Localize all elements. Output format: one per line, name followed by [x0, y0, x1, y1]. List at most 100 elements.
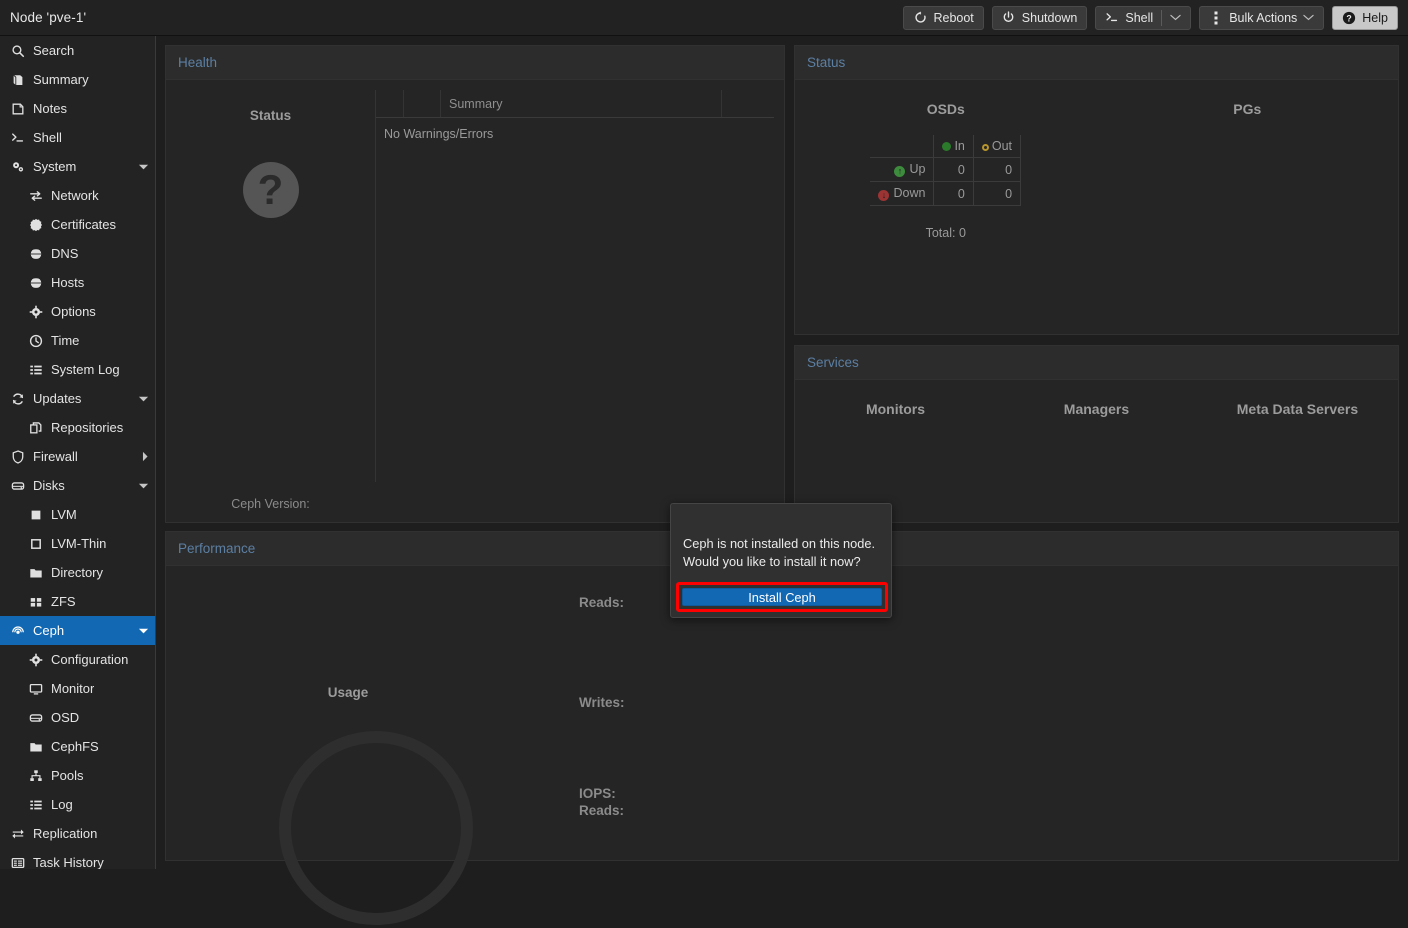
install-ceph-button[interactable]: Install Ceph — [682, 588, 882, 606]
sidebar-item-osd[interactable]: OSD — [0, 703, 155, 732]
sidebar-item-configuration[interactable]: Configuration — [0, 645, 155, 674]
history-icon — [10, 855, 26, 870]
folder-icon — [28, 565, 44, 581]
mds-column: Meta Data Servers — [1197, 380, 1398, 522]
sidebar-item-certificates[interactable]: Certificates — [0, 210, 155, 239]
install-ceph-dialog: Ceph is not installed on this node. Woul… — [670, 503, 892, 618]
square-filled-icon — [28, 507, 44, 523]
sidebar-item-network[interactable]: Network — [0, 181, 155, 210]
sidebar-item-dns[interactable]: DNS — [0, 239, 155, 268]
list-icon — [28, 362, 44, 378]
reboot-icon — [913, 11, 927, 25]
grid-icon — [28, 594, 44, 610]
osd-row-up-label: ↑Up — [870, 158, 933, 182]
chevron-down-icon[interactable] — [138, 163, 149, 171]
kebab-icon — [1209, 11, 1223, 25]
copy-icon — [28, 420, 44, 436]
status-out-dot-icon — [982, 144, 989, 151]
status-in-dot-icon — [942, 142, 951, 151]
sidebar-item-label: Pools — [51, 768, 84, 783]
shield-icon — [10, 449, 26, 465]
sidebar-item-shell[interactable]: Shell — [0, 123, 155, 152]
sidebar-item-monitor[interactable]: Monitor — [0, 674, 155, 703]
health-table-row: No Warnings/Errors — [376, 118, 774, 141]
chevron-down-icon[interactable] — [138, 627, 149, 635]
sitemap-icon — [28, 768, 44, 784]
services-panel-title: Services — [795, 346, 1398, 380]
chevron-down-icon[interactable] — [1170, 14, 1181, 21]
health-status-column: Status ? Ceph Version: — [166, 80, 375, 522]
pgs-title: PGs — [1097, 101, 1399, 117]
sidebar-item-system[interactable]: System — [0, 152, 155, 181]
reboot-label: Reboot — [933, 11, 973, 25]
sidebar-item-replication[interactable]: Replication — [0, 819, 155, 848]
sidebar-item-lvm-thin[interactable]: LVM-Thin — [0, 529, 155, 558]
chevron-down-icon[interactable] — [138, 395, 149, 403]
sidebar-item-log[interactable]: Log — [0, 790, 155, 819]
search-icon — [10, 43, 26, 59]
sidebar-item-summary[interactable]: Summary — [0, 65, 155, 94]
sidebar-item-firewall[interactable]: Firewall — [0, 442, 155, 471]
osd-row-up: ↑Up 0 0 — [870, 158, 1020, 182]
square-outline-icon — [28, 536, 44, 552]
health-col-3[interactable] — [722, 90, 774, 117]
sidebar-item-lvm[interactable]: LVM — [0, 500, 155, 529]
chevron-right-icon[interactable] — [141, 451, 149, 462]
install-dialog-line2: Would you like to install it now? — [683, 553, 879, 571]
chevron-down-icon[interactable] — [1303, 14, 1314, 21]
bulk-actions-button[interactable]: Bulk Actions — [1199, 6, 1324, 30]
status-panel-title: Status — [795, 46, 1398, 80]
osd-col-out: Out — [973, 135, 1020, 158]
sidebar-item-task-history[interactable]: Task History — [0, 848, 155, 869]
help-label: Help — [1362, 11, 1388, 25]
shutdown-button[interactable]: Shutdown — [992, 6, 1088, 30]
health-panel-title: Health — [166, 46, 784, 80]
main-content: Health Status ? Ceph Version: Summary No… — [156, 36, 1408, 869]
sidebar-item-disks[interactable]: Disks — [0, 471, 155, 500]
sidebar-item-zfs[interactable]: ZFS — [0, 587, 155, 616]
refresh-icon — [10, 391, 26, 407]
ceph-icon — [10, 623, 26, 639]
usage-gauge — [276, 728, 476, 928]
sidebar-item-label: Task History — [33, 855, 104, 869]
sidebar-item-time[interactable]: Time — [0, 326, 155, 355]
sidebar-item-ceph[interactable]: Ceph — [0, 616, 155, 645]
sidebar-item-label: Ceph — [33, 623, 64, 638]
chevron-down-icon[interactable] — [138, 482, 149, 490]
disk-icon — [10, 478, 26, 494]
sidebar-item-cephfs[interactable]: CephFS — [0, 732, 155, 761]
sidebar-item-label: Firewall — [33, 449, 78, 464]
gear-icon — [28, 304, 44, 320]
sidebar-item-label: Log — [51, 797, 73, 812]
sidebar-item-repositories[interactable]: Repositories — [0, 413, 155, 442]
sidebar-item-directory[interactable]: Directory — [0, 558, 155, 587]
osds-title: OSDs — [795, 101, 1097, 117]
osd-corner-cell — [870, 135, 933, 158]
sidebar-item-label: LVM — [51, 507, 77, 522]
replication-icon — [10, 826, 26, 842]
install-dialog-message: Ceph is not installed on this node. Woul… — [671, 504, 891, 571]
sidebar-item-notes[interactable]: Notes — [0, 94, 155, 123]
sidebar-item-updates[interactable]: Updates — [0, 384, 155, 413]
sidebar-navigation[interactable]: SearchSummaryNotesShellSystem Network Cert… — [0, 36, 156, 869]
note-icon — [10, 101, 26, 117]
reboot-button[interactable]: Reboot — [903, 6, 983, 30]
osd-col-in: In — [934, 135, 973, 158]
terminal-icon — [10, 130, 26, 146]
sidebar-item-system-log[interactable]: System Log — [0, 355, 155, 384]
status-panel-body: OSDs In Out — [795, 80, 1398, 334]
sidebar-item-pools[interactable]: Pools — [0, 761, 155, 790]
sidebar-item-options[interactable]: Options — [0, 297, 155, 326]
sidebar-item-label: Network — [51, 188, 99, 203]
help-button[interactable]: ? Help — [1332, 6, 1398, 30]
shell-button[interactable]: Shell — [1095, 6, 1191, 30]
sidebar-item-search[interactable]: Search — [0, 36, 155, 65]
sidebar-item-hosts[interactable]: Hosts — [0, 268, 155, 297]
health-col-summary[interactable]: Summary — [441, 90, 722, 117]
reads-label: Reads: — [579, 595, 624, 610]
health-col-1[interactable] — [404, 90, 441, 117]
question-mark-circle-icon: ? — [243, 162, 299, 218]
health-col-0[interactable] — [376, 90, 404, 117]
bulk-actions-label: Bulk Actions — [1229, 11, 1297, 25]
services-panel-body: Monitors Managers Meta Data Servers — [795, 380, 1398, 522]
